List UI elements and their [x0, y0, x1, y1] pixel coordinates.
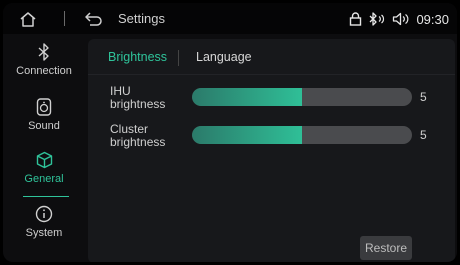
brightness-panel: Brightness Language IHU brightness 5 Clu…	[88, 39, 455, 262]
tab-divider	[178, 50, 179, 66]
sidebar-item-label: Connection	[16, 65, 72, 77]
sidebar-item-connection[interactable]: Connection	[3, 39, 85, 89]
status-area: 09:30	[349, 10, 449, 28]
sidebar-item-sound[interactable]: Sound	[3, 94, 85, 144]
cluster-brightness-fill	[192, 126, 302, 144]
active-indicator	[23, 196, 69, 197]
page-title: Settings	[118, 11, 165, 26]
ihu-brightness-slider[interactable]	[192, 88, 412, 106]
info-icon	[35, 205, 53, 223]
back-icon	[85, 12, 102, 26]
ihu-brightness-value: 5	[420, 90, 427, 104]
sidebar-item-system[interactable]: System	[3, 201, 85, 251]
cluster-brightness-value: 5	[420, 128, 427, 142]
cluster-brightness-label: Cluster brightness	[110, 122, 166, 149]
cluster-brightness-slider[interactable]	[192, 126, 412, 144]
restore-button[interactable]: Restore	[360, 236, 412, 260]
home-button[interactable]	[17, 9, 39, 29]
speaker-icon	[36, 98, 52, 116]
sidebar-item-label: System	[25, 227, 63, 239]
bluetooth-audio-icon	[369, 12, 385, 26]
sidebar-item-label: General	[24, 173, 64, 185]
back-button[interactable]	[83, 9, 105, 29]
tab-brightness[interactable]: Brightness	[108, 50, 167, 64]
bluetooth-icon	[38, 43, 49, 61]
ihu-brightness-fill	[192, 88, 302, 106]
top-divider	[64, 11, 65, 26]
home-icon	[20, 11, 36, 27]
top-bar: Settings 09:30	[3, 3, 457, 34]
sidebar: Connection Sound General System	[3, 39, 85, 262]
settings-screen: Settings 09:30 Connection Sound General …	[3, 3, 457, 262]
tab-language[interactable]: Language	[196, 50, 252, 64]
sidebar-item-general[interactable]: General	[3, 147, 85, 197]
tab-underline	[88, 74, 455, 75]
cube-icon	[36, 151, 52, 169]
sidebar-item-label: Sound	[28, 120, 60, 132]
volume-icon	[393, 12, 409, 26]
lock-icon	[350, 12, 362, 26]
ihu-brightness-label: IHU brightness	[110, 84, 166, 111]
clock: 09:30	[416, 11, 449, 27]
